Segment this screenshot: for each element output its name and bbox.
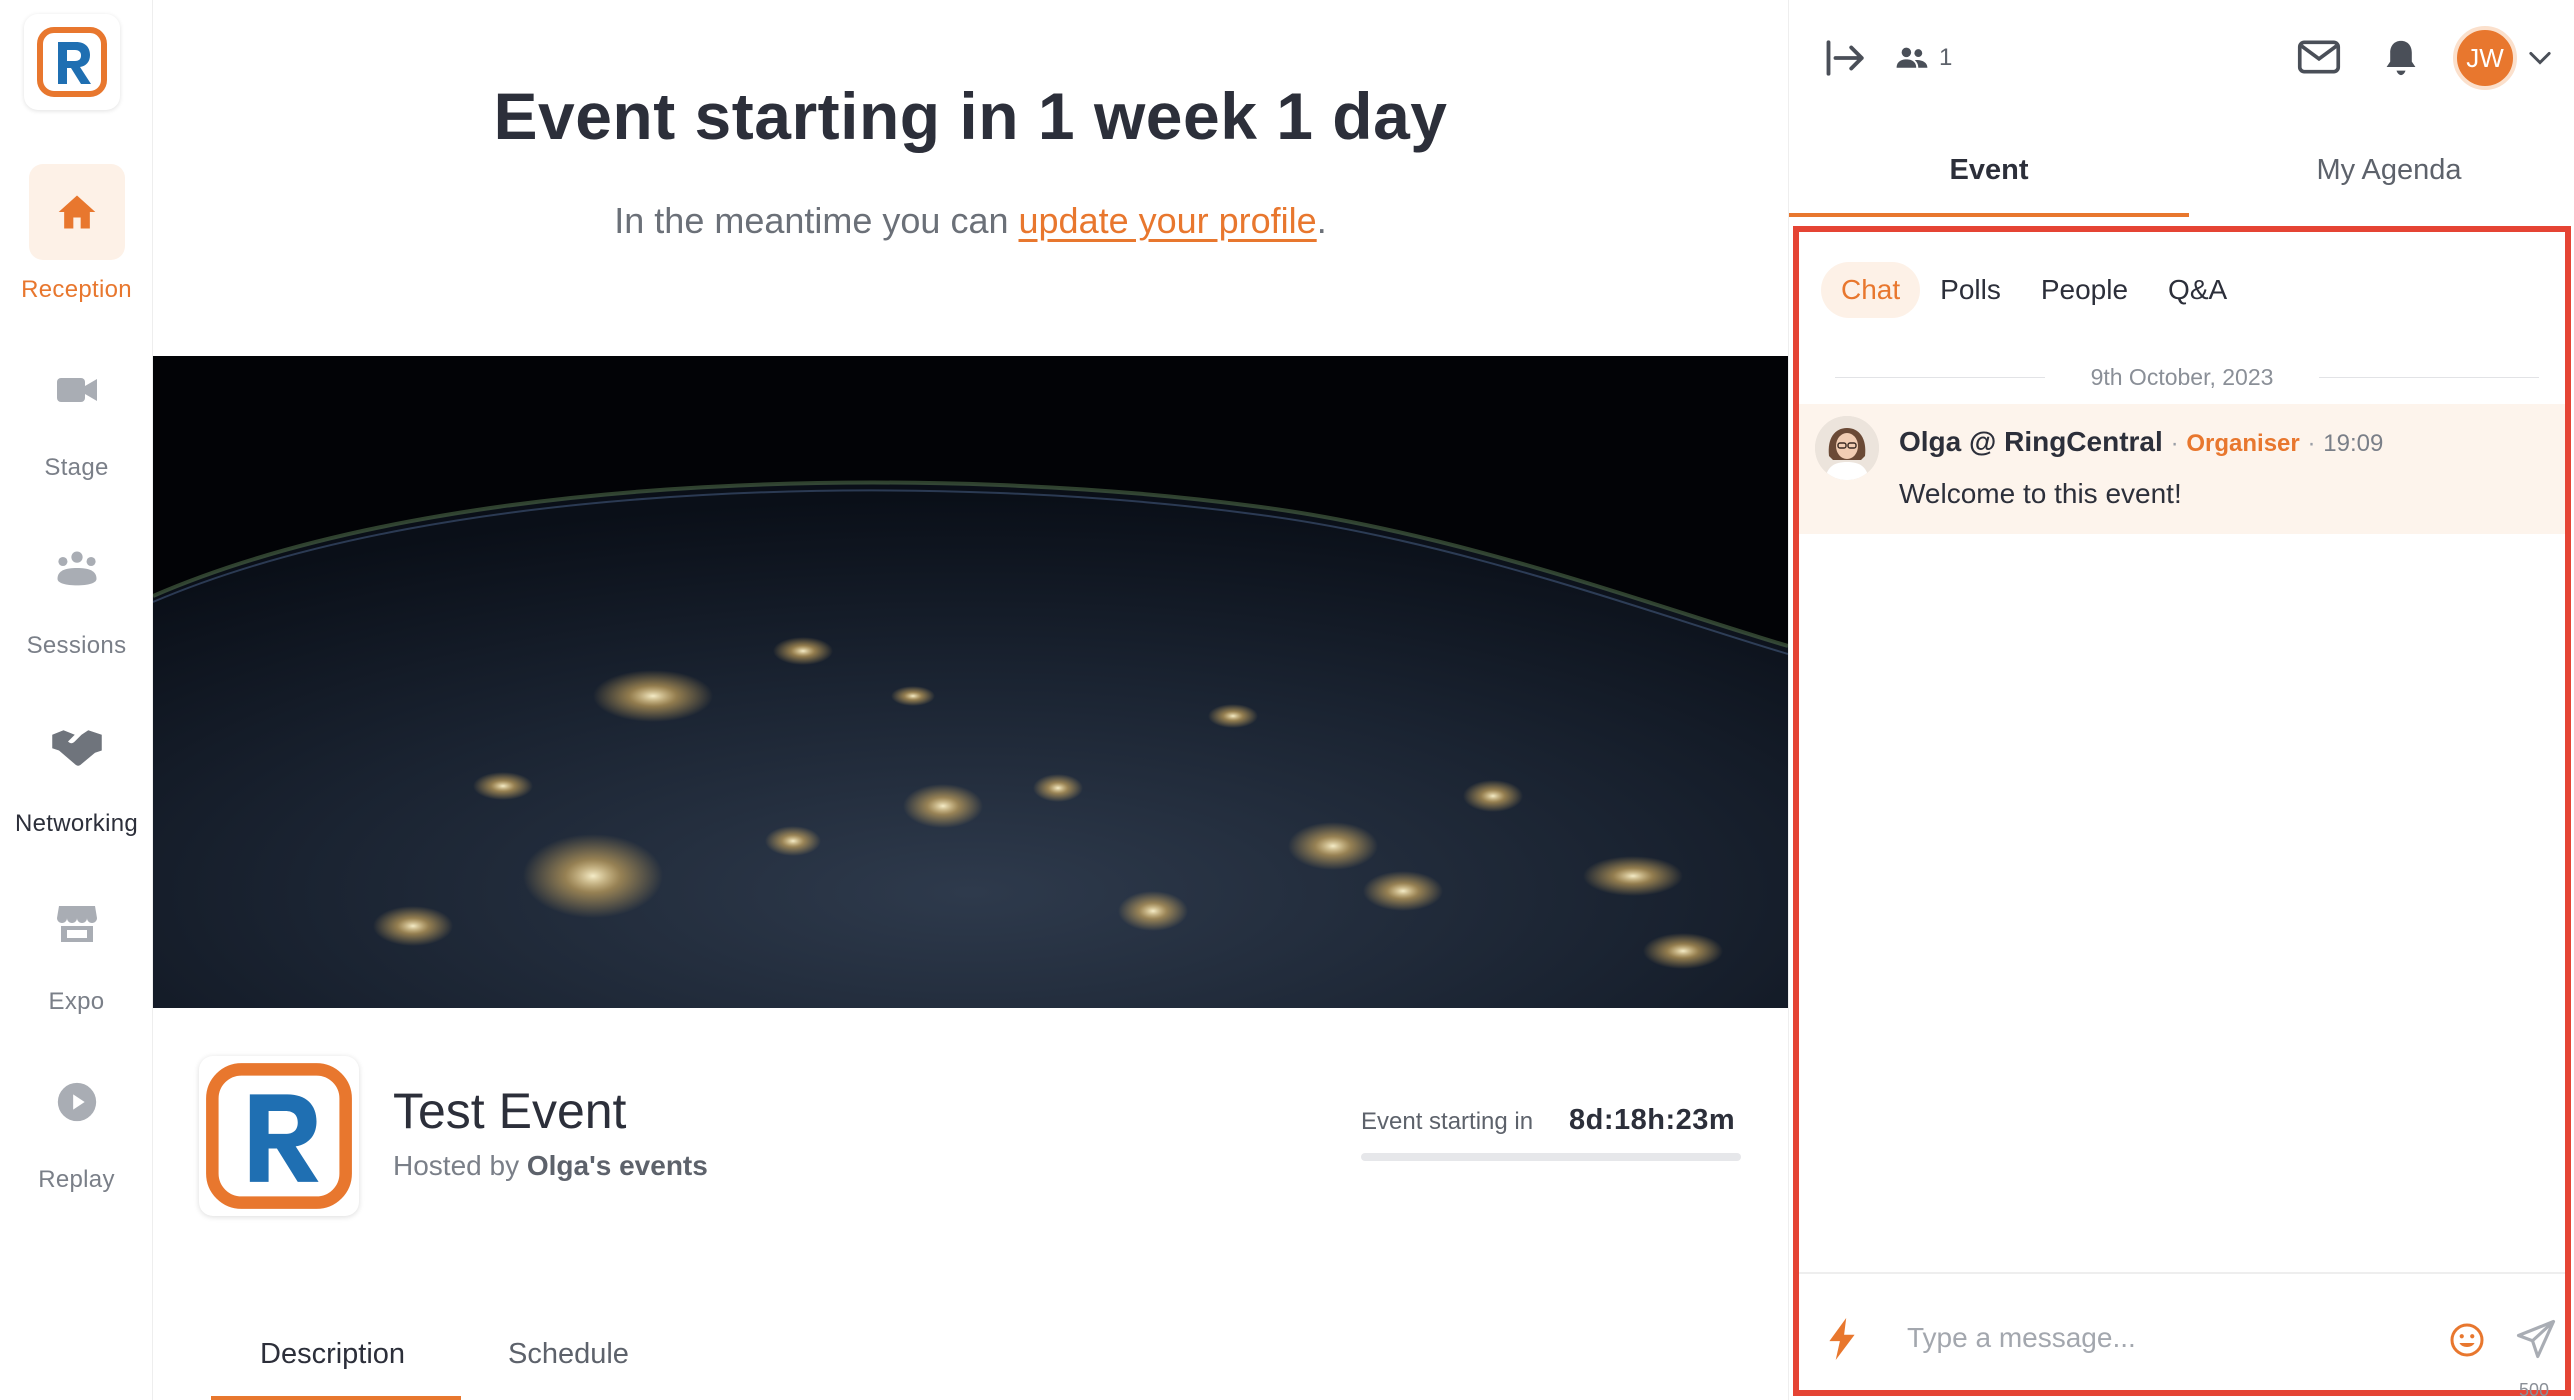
sidebar-item-label: Replay [38,1166,115,1193]
sidebar-item-stage[interactable]: Stage [0,342,153,482]
chat-section: Chat Polls People Q&A 9th October, 2023 [1793,226,2571,1400]
play-icon [57,1082,96,1122]
r-logo-icon [206,1063,352,1209]
chat-message[interactable]: Olga @ RingCentral · Organiser · 19:09 W… [1799,404,2565,534]
character-count: 500 [2519,1380,2550,1400]
send-icon[interactable] [2515,1318,2557,1360]
message-time: 19:09 [2323,430,2384,457]
countdown-progress-bar [1361,1153,1741,1161]
countdown-timer: 8d:18h:23m [1569,1104,1736,1136]
tab-description[interactable]: Description [260,1338,405,1371]
mail-icon[interactable] [2297,38,2341,76]
host-name[interactable]: Olga's events [527,1150,708,1181]
sidebar-item-label: Networking [14,810,139,837]
date-separator-label: 9th October, 2023 [2090,364,2274,390]
event-logo [199,1056,359,1216]
storefront-icon [56,906,97,942]
message-author[interactable]: Olga @ RingCentral [1899,426,2163,457]
message-header: Olga @ RingCentral · Organiser · 19:09 [1899,426,2384,457]
subtab-chat[interactable]: Chat [1821,262,1921,318]
tab-event[interactable]: Event [1789,154,2189,187]
left-sidebar: Reception Stage Sessions Networking Expo… [0,0,153,1400]
subtab-people[interactable]: People [2021,262,2148,318]
message-text: Welcome to this event! [1899,478,2182,509]
organiser-badge: Organiser [2186,430,2300,457]
event-title: Test Event [393,1083,627,1139]
sidebar-item-label: Expo [48,988,105,1015]
user-avatar[interactable]: JW [2453,26,2517,90]
subtab-polls[interactable]: Polls [1920,262,2021,318]
participants-icon[interactable] [1895,44,1929,72]
message-composer: 500 [1799,1272,2565,1400]
active-tab-indicator [211,1396,461,1400]
profile-prompt: In the meantime you can update your prof… [614,200,1327,241]
tab-schedule[interactable]: Schedule [508,1338,629,1371]
sidebar-item-label: Reception [21,276,132,303]
sidebar-item-label: Stage [44,454,109,481]
sidebar-item-reception[interactable]: Reception [0,164,153,304]
message-author-avatar[interactable] [1815,416,1879,480]
sidebar-item-sessions[interactable]: Sessions [0,520,153,660]
countdown-headline: Event starting in 1 week 1 day [493,79,1448,153]
sidebar-item-expo[interactable]: Expo [0,876,153,1016]
handshake-icon [51,730,102,766]
countdown-label: Event starting in [1361,1108,1534,1135]
lightning-icon[interactable] [1827,1318,1857,1360]
message-input[interactable] [1907,1318,2407,1358]
sidebar-item-networking[interactable]: Networking [0,698,153,838]
home-icon [58,195,95,229]
tab-my-agenda[interactable]: My Agenda [2189,154,2574,187]
chat-subtabs: Chat Polls People Q&A [1821,262,2247,318]
bell-icon[interactable] [2383,38,2419,78]
group-icon [57,551,96,586]
right-panel: 1 JW Event My Agenda Chat Polls People Q… [1788,0,2574,1400]
chevron-down-icon[interactable] [2529,50,2551,66]
sidebar-item-label: Sessions [26,632,127,659]
collapse-panel-icon[interactable] [1825,40,1867,76]
sidebar-item-replay[interactable]: Replay [0,1054,153,1194]
app-logo[interactable] [24,14,120,110]
subtab-qa[interactable]: Q&A [2148,262,2247,318]
video-camera-icon [56,378,97,402]
event-banner-image [153,356,1788,1008]
date-separator: 9th October, 2023 [1799,362,2565,392]
event-host: Hosted by Olga's events [393,1150,708,1181]
main-content: Event starting in 1 week 1 day In the me… [153,0,1788,1400]
home-icon-wrap [28,164,125,260]
active-tab-indicator [1789,213,2189,217]
emoji-icon[interactable] [2449,1322,2485,1358]
r-logo-icon [37,27,107,97]
participants-count: 1 [1939,44,1953,71]
update-profile-link[interactable]: update your profile [1019,200,1317,241]
